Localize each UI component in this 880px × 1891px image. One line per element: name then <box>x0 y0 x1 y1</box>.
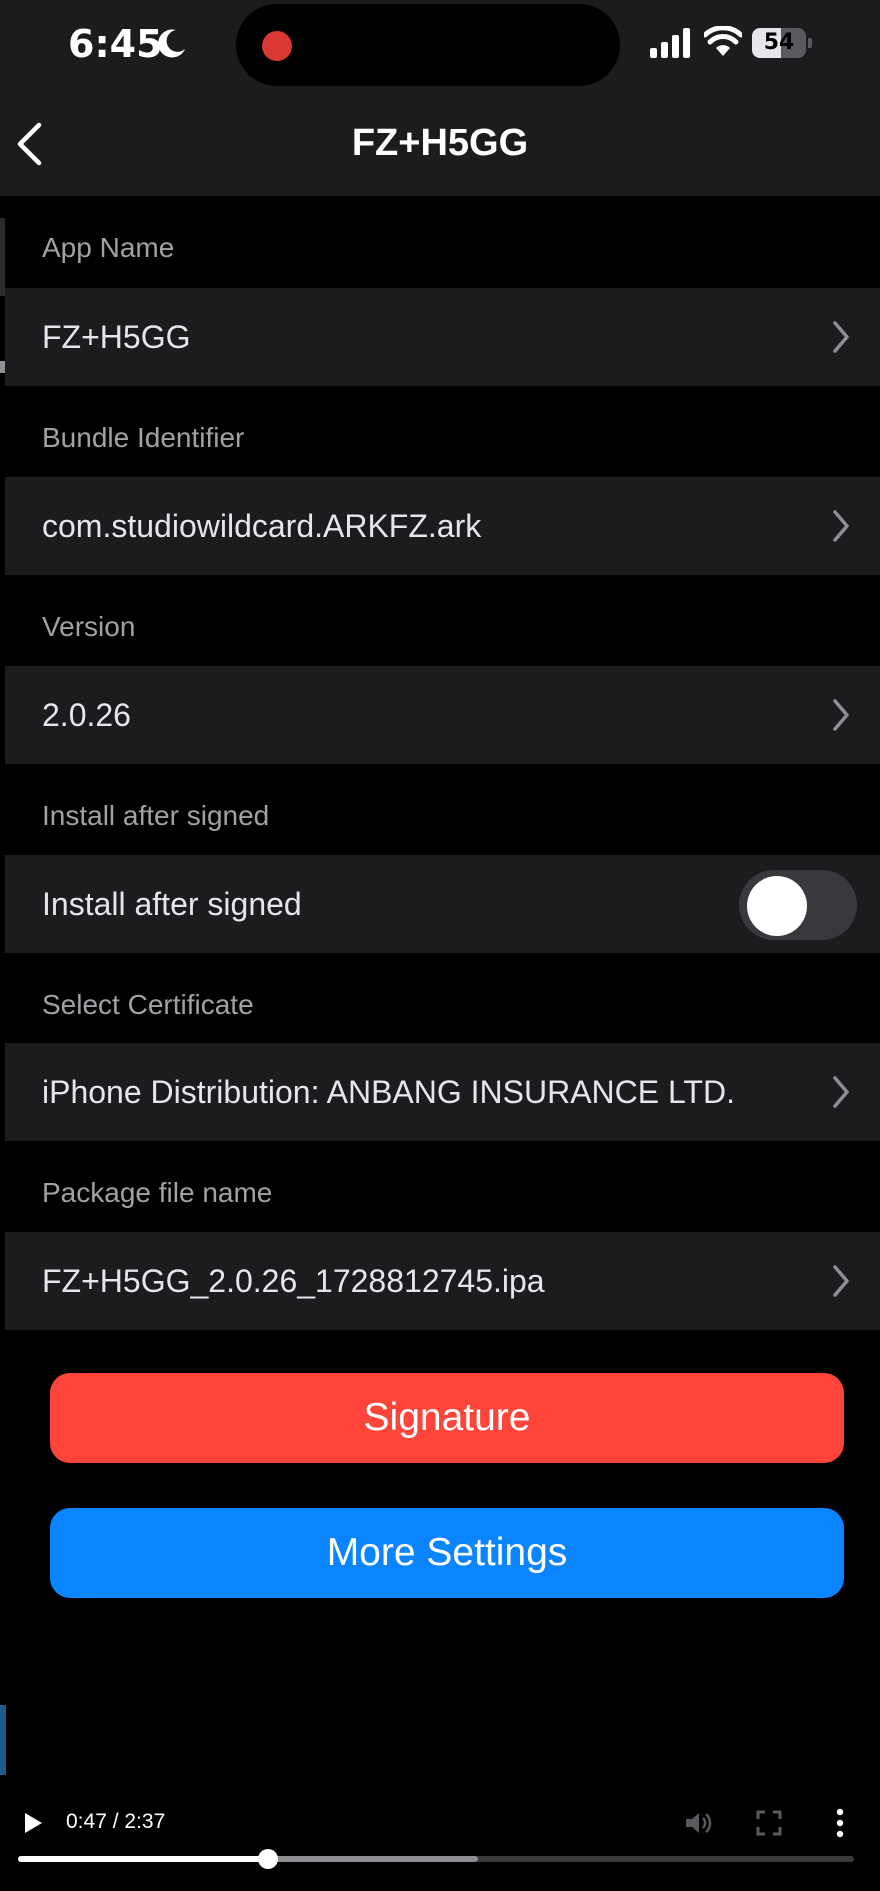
video-time: 0:47 / 2:37 <box>66 1810 166 1833</box>
more-vertical-icon[interactable] <box>834 1808 846 1838</box>
app-name-value: FZ+H5GG <box>42 319 191 355</box>
bundle-identifier-value: com.studiowildcard.ARKFZ.ark <box>42 508 482 544</box>
dynamic-island <box>236 4 620 86</box>
background-edge-artifact <box>0 1705 6 1775</box>
signature-button[interactable]: Signature <box>50 1373 844 1463</box>
back-button[interactable] <box>4 108 64 178</box>
recording-indicator-icon <box>262 31 292 61</box>
package-file-name-value: FZ+H5GG_2.0.26_1728812745.ipa <box>42 1263 545 1299</box>
volume-icon[interactable] <box>683 1808 713 1838</box>
chevron-right-icon <box>833 1265 849 1297</box>
section-header-label: App Name <box>42 232 175 263</box>
install-section-header: Install after signed <box>5 764 880 856</box>
cellular-signal-icon <box>650 28 690 58</box>
video-played-bar <box>18 1856 268 1862</box>
chevron-right-icon <box>833 510 849 542</box>
section-header-label: Install after signed <box>42 800 270 831</box>
section-header-label: Version <box>42 611 136 642</box>
install-after-signed-row: Install after signed <box>5 855 880 953</box>
certificate-row[interactable]: iPhone Distribution: ANBANG INSURANCE LT… <box>5 1043 880 1141</box>
section-header-label: Package file name <box>42 1177 273 1208</box>
chevron-right-icon <box>833 699 849 731</box>
version-value: 2.0.26 <box>42 697 131 733</box>
version-row[interactable]: 2.0.26 <box>5 666 880 764</box>
section-header-label: Select Certificate <box>42 989 254 1020</box>
bundle-identifier-row[interactable]: com.studiowildcard.ARKFZ.ark <box>5 477 880 575</box>
package-file-name-row[interactable]: FZ+H5GG_2.0.26_1728812745.ipa <box>5 1232 880 1330</box>
battery-percent: 54 <box>763 30 795 55</box>
chevron-right-icon <box>833 1076 849 1108</box>
page-title: FZ+H5GG <box>351 122 529 164</box>
app-name-row[interactable]: FZ+H5GG <box>5 288 880 386</box>
certificate-value: iPhone Distribution: ANBANG INSURANCE LT… <box>42 1074 735 1110</box>
install-after-signed-toggle[interactable] <box>739 870 857 940</box>
chevron-left-icon <box>17 122 42 166</box>
battery-indicator: 54 <box>752 28 812 58</box>
package-file-section-header: Package file name <box>5 1141 880 1233</box>
more-settings-button[interactable]: More Settings <box>50 1508 844 1598</box>
video-controls: 0:47 / 2:37 <box>0 1780 880 1891</box>
moon-icon <box>158 29 185 58</box>
version-section-header: Version <box>5 575 880 667</box>
install-after-signed-label: Install after signed <box>42 886 302 922</box>
chevron-right-icon <box>833 321 849 353</box>
toggle-knob <box>747 876 807 936</box>
bundle-identifier-section-header: Bundle Identifier <box>5 386 880 478</box>
play-icon[interactable] <box>18 1808 48 1838</box>
section-header-label: Bundle Identifier <box>42 422 245 453</box>
status-bar: 6:45 54 <box>0 0 880 92</box>
video-scrubber-handle[interactable] <box>257 1849 278 1869</box>
status-time: 6:45 <box>68 22 163 66</box>
app-name-section-header: App Name <box>5 196 880 288</box>
wifi-icon <box>704 26 742 56</box>
video-progress-bar[interactable] <box>18 1849 854 1869</box>
navigation-bar: FZ+H5GG <box>0 92 880 196</box>
certificate-section-header: Select Certificate <box>5 953 880 1045</box>
fullscreen-icon[interactable] <box>756 1810 782 1836</box>
